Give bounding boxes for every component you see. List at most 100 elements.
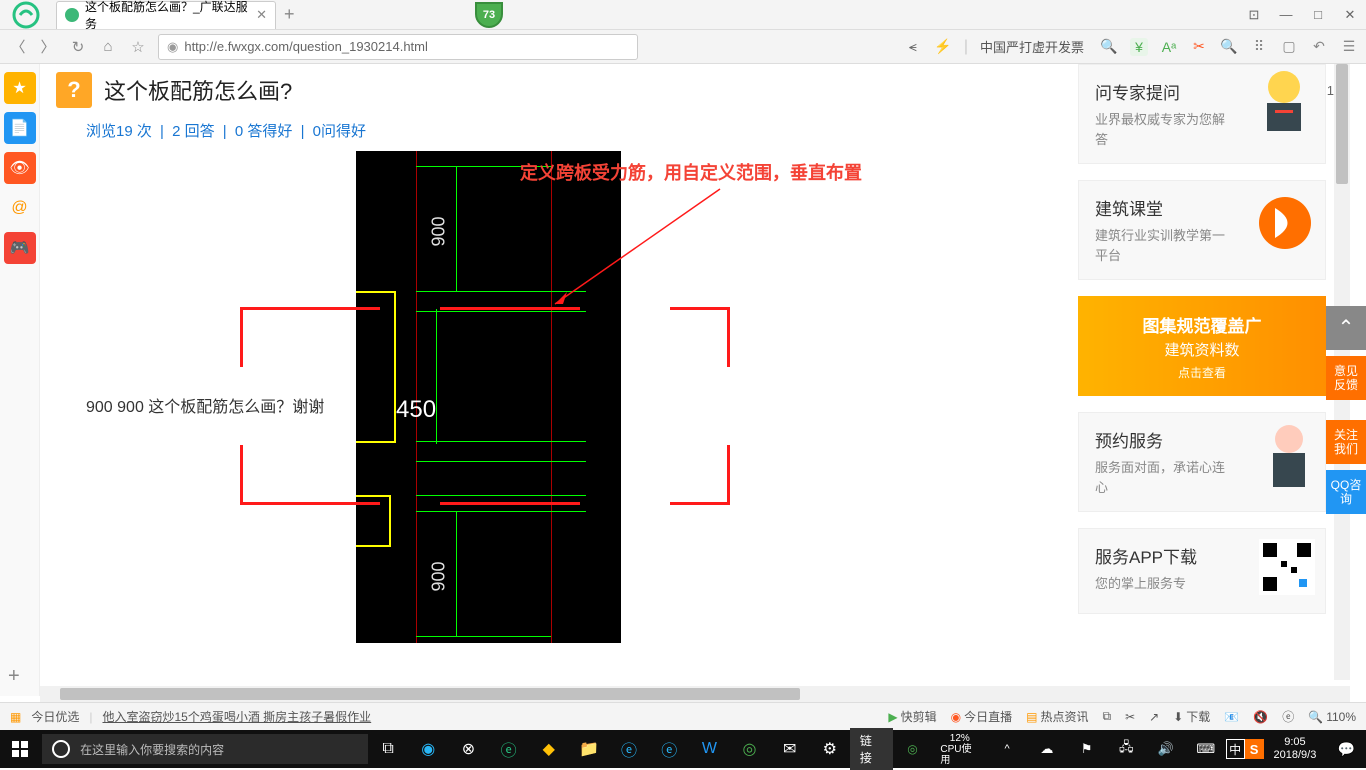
nav-star-icon[interactable]: ☆ (128, 37, 148, 57)
card-booking[interactable]: 预约服务 服务面对面，承诺心连心 (1078, 412, 1326, 512)
card-title: 预约服务 (1095, 427, 1225, 452)
dock-favorites-icon[interactable]: ★ (4, 72, 36, 104)
flash-icon[interactable]: ⚡ (934, 38, 952, 56)
tray-volume-icon[interactable]: 🔊 (1146, 730, 1186, 768)
sb-cut-icon[interactable]: ✂ (1125, 710, 1135, 724)
sb-today[interactable]: 今日优选 (31, 708, 79, 725)
search-hint[interactable]: 中国严打虚开发票 (980, 37, 1084, 56)
app-yellow-icon[interactable]: ◆ (529, 730, 569, 768)
app-settings-icon[interactable]: ⚙ (810, 730, 850, 768)
app-360b-icon[interactable]: ◎ (729, 730, 769, 768)
app-edge-icon[interactable]: ⓔ (609, 730, 649, 768)
app-dingding-icon[interactable]: ◉ (408, 730, 448, 768)
browser-logo-icon[interactable] (0, 0, 52, 30)
app-word-icon[interactable]: W (689, 730, 729, 768)
app-round-icon[interactable]: ⊗ (448, 730, 488, 768)
browser-tab[interactable]: 这个板配筋怎么画？_广联达服务 ✕ (56, 1, 276, 29)
banner-line3: 点击查看 (1178, 364, 1226, 381)
tray-notifications-icon[interactable]: 💬 (1326, 730, 1366, 768)
tray-keyboard-icon[interactable]: ⌨ (1186, 730, 1226, 768)
search-icon[interactable]: 🔍 (1100, 38, 1118, 56)
sb-zoom[interactable]: 🔍 110% (1308, 710, 1356, 724)
dock-weibo-icon[interactable]: 👁 (4, 152, 36, 184)
frame-bot1 (300, 502, 380, 505)
tray-cpu[interactable]: 12%CPU使用 (932, 733, 987, 766)
nav-forward-icon[interactable]: 〉 (38, 37, 58, 57)
wallet-icon[interactable]: ¥ (1130, 38, 1148, 56)
taskview-icon[interactable]: ⧉ (368, 730, 408, 768)
score-badge[interactable]: 73 (475, 2, 503, 28)
tray-ime[interactable]: 中 (1226, 739, 1245, 759)
url-text: http://e.fwxgx.com/question_1930214.html (184, 39, 428, 54)
tray-up-icon[interactable]: ^ (987, 730, 1027, 768)
app-ie-icon[interactable]: ⓔ (649, 730, 689, 768)
tray-flag-icon[interactable]: ⚑ (1067, 730, 1107, 768)
browser-titlebar: 这个板配筋怎么画？_广联达服务 ✕ + 73 ⊡ — □ ✕ (0, 0, 1366, 30)
app-360-icon[interactable]: ⓔ (489, 730, 529, 768)
nav-reload-icon[interactable]: ↻ (68, 37, 88, 57)
app-mail-icon[interactable]: ✉ (770, 730, 810, 768)
horizontal-scrollbar[interactable] (40, 686, 1350, 702)
tab-close-icon[interactable]: ✕ (256, 7, 267, 23)
stat-good-question[interactable]: 0问得好 (313, 123, 366, 140)
tray-sogou-icon[interactable]: S (1245, 739, 1264, 759)
sb-live[interactable]: ◉今日直播 (951, 708, 1013, 725)
banner-line2: 建筑资料数 (1164, 339, 1239, 360)
new-tab-button[interactable]: + (284, 4, 295, 25)
tray-network-icon[interactable]: 🖧 (1106, 730, 1146, 768)
tray-360-icon[interactable]: ◎ (893, 730, 933, 768)
h-scroll-thumb[interactable] (60, 688, 800, 700)
stat-answers[interactable]: 2 回答 (172, 123, 215, 140)
tray-clock[interactable]: 9:052018/9/3 (1264, 736, 1327, 762)
cad-dim-900-bot: 900 (429, 561, 450, 591)
cad-dim-900-top: 900 (429, 216, 450, 246)
tray-link[interactable]: 链接 (850, 728, 893, 770)
find-icon[interactable]: 🔍 (1220, 38, 1238, 56)
dock-add-button[interactable]: + (8, 665, 20, 688)
window-close-icon[interactable]: ✕ (1334, 0, 1366, 30)
scroll-thumb[interactable] (1336, 64, 1348, 184)
dock-news-icon[interactable]: 📄 (4, 112, 36, 144)
card-app[interactable]: 服务APP下载 您的掌上服务专 (1078, 528, 1326, 614)
feedback-tag[interactable]: 意见反馈 (1326, 356, 1366, 400)
stat-good-answers[interactable]: 0 答得好 (235, 123, 293, 140)
nav-back-icon[interactable]: 〈 (8, 37, 28, 57)
start-button[interactable] (0, 730, 40, 768)
sb-gift-icon[interactable]: ▦ (10, 710, 21, 724)
stat-views[interactable]: 浏览19 次 (86, 123, 152, 140)
window-pin-icon[interactable]: ⊡ (1238, 0, 1270, 30)
qq-consult-tag[interactable]: QQ咨询 (1326, 470, 1366, 514)
nav-home-icon[interactable]: ⌂ (98, 37, 118, 57)
share-icon[interactable]: ⪪ (904, 38, 922, 56)
banner-atlas[interactable]: 图集规范覆盖广 建筑资料数 点击查看 (1078, 296, 1326, 396)
follow-tag[interactable]: 关注我们 (1326, 420, 1366, 464)
sb-arrow-icon[interactable]: ↗ (1149, 710, 1159, 724)
sb-video-icon[interactable]: ⧉ (1103, 709, 1112, 724)
sb-mail-icon[interactable]: 📧 (1224, 710, 1239, 724)
apps-icon[interactable]: ⠿ (1250, 38, 1268, 56)
window-min-icon[interactable]: — (1270, 0, 1302, 30)
sb-ie-icon[interactable]: ⓔ (1282, 708, 1294, 725)
sb-mute-icon[interactable]: 🔇 (1253, 710, 1268, 724)
sb-download[interactable]: ⬇ 下载 (1173, 708, 1210, 725)
window-icon[interactable]: ▢ (1280, 38, 1298, 56)
question-text: 900 900 这个板配筋怎么画？谢谢 (86, 393, 324, 417)
card-course[interactable]: 建筑课堂 建筑行业实训教学第一平台 (1078, 180, 1326, 280)
url-input[interactable]: ◉ http://e.fwxgx.com/question_1930214.ht… (158, 34, 638, 60)
translate-icon[interactable]: Aᵃ (1160, 38, 1178, 56)
card-ask-expert[interactable]: 问专家提问 业界最权威专家为您解答 (1078, 64, 1326, 164)
taskbar-search[interactable]: 在这里输入你要搜索的内容 (42, 734, 368, 764)
undo-icon[interactable]: ↶ (1310, 38, 1328, 56)
dock-game-icon[interactable]: 🎮 (4, 232, 36, 264)
window-max-icon[interactable]: □ (1302, 0, 1334, 30)
cut-icon[interactable]: ✂ (1190, 38, 1208, 56)
sb-hotnews[interactable]: ▤热点资讯 (1026, 708, 1088, 725)
sb-news-link[interactable]: 他入室盗窃炒15个鸡蛋喝小酒 撕房主孩子暑假作业 (102, 708, 371, 725)
back-to-top-button[interactable]: ⌃ (1326, 306, 1366, 350)
menu-icon[interactable]: ☰ (1340, 38, 1358, 56)
app-file-icon[interactable]: 📁 (569, 730, 609, 768)
dock-mail-icon[interactable]: @ (4, 192, 36, 224)
browser-statusbar: ▦ 今日优选 | 他入室盗窃炒15个鸡蛋喝小酒 撕房主孩子暑假作业 ▶快剪辑 ◉… (0, 702, 1366, 730)
tray-onedrive-icon[interactable]: ☁ (1027, 730, 1067, 768)
sb-quickcut[interactable]: ▶快剪辑 (888, 708, 936, 725)
